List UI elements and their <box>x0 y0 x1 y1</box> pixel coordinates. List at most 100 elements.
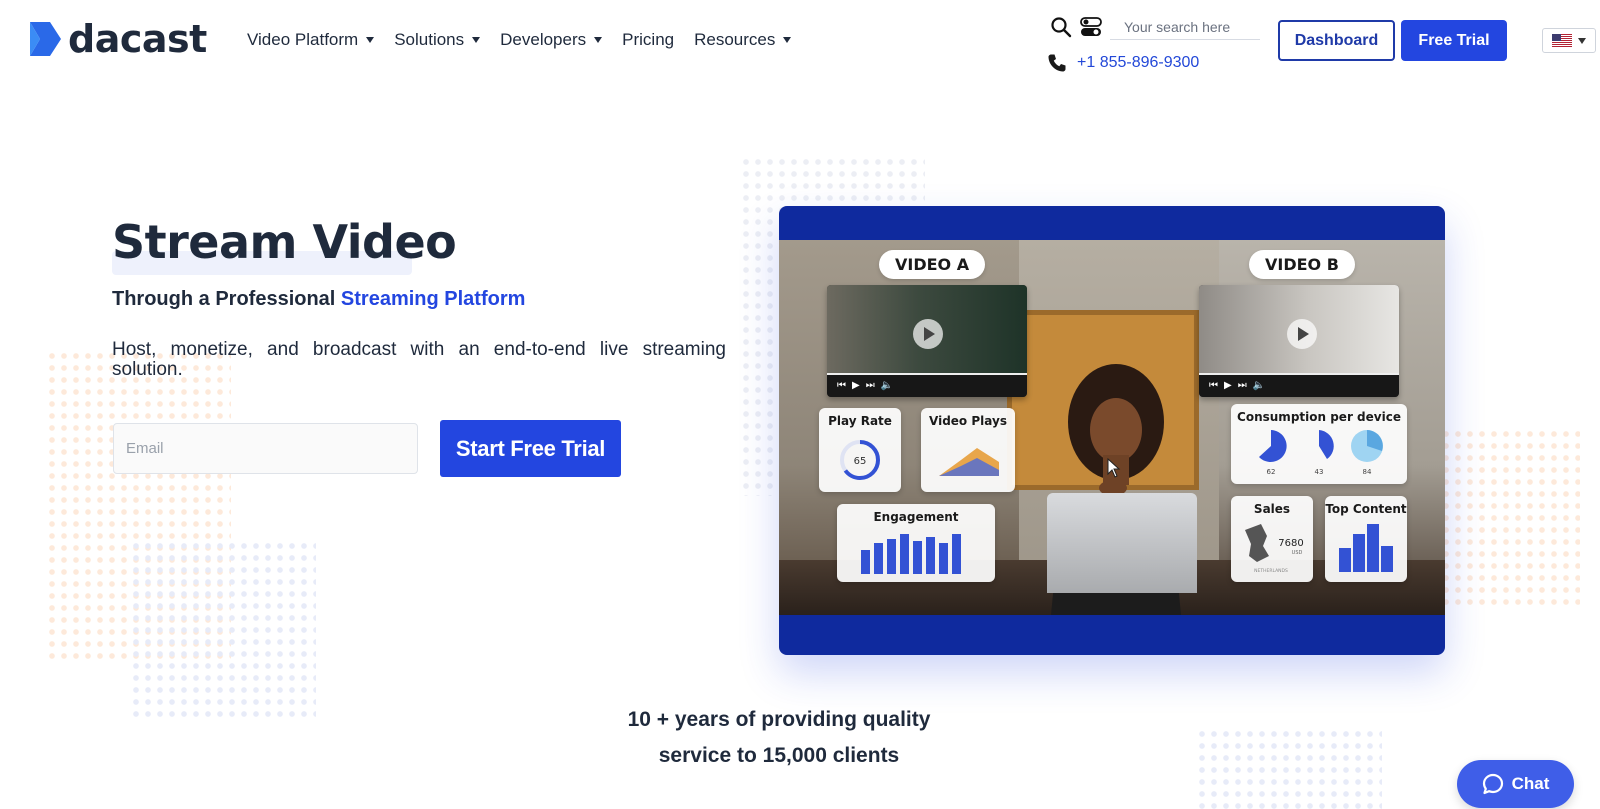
hero-title: Stream Video <box>112 215 457 269</box>
player-controls: ⏮ ▶ ⏭ 🔈 <box>1199 373 1399 397</box>
dacast-logo[interactable]: dacast <box>28 20 207 58</box>
skip-back-icon[interactable]: ⏮ <box>837 380 846 391</box>
stats-line-2: service to 15,000 clients <box>658 744 900 767</box>
caret-down-icon <box>472 37 481 43</box>
play-rate-value: 65 <box>854 456 867 467</box>
start-free-trial-button[interactable]: Start Free Trial <box>440 420 621 477</box>
chat-label: Chat <box>1511 774 1550 793</box>
nav-item-label: Resources <box>694 30 776 49</box>
consumption-value: 62 <box>1267 468 1276 476</box>
chart-bar <box>926 537 935 574</box>
engagement-widget: Engagement <box>837 504 995 582</box>
main-nav: Video Platform Solutions Developers Pric… <box>247 30 792 50</box>
consumption-widget: Consumption per device 62 43 84 <box>1231 404 1407 484</box>
hero-subtitle-accent: Streaming Platform <box>340 288 526 310</box>
nav-item-label: Developers <box>500 30 587 49</box>
chart-bar <box>939 543 948 574</box>
skip-back-icon[interactable]: ⏮ <box>1209 380 1218 391</box>
free-trial-button[interactable]: Free Trial <box>1401 20 1507 61</box>
caret-down-icon <box>594 37 603 43</box>
player-controls: ⏮ ▶ ⏭ 🔈 <box>827 373 1027 397</box>
video-b-label: VIDEO B <box>1249 250 1355 279</box>
chat-button[interactable]: Chat <box>1457 760 1574 808</box>
volume-icon[interactable]: 🔈 <box>1253 380 1265 391</box>
sales-value: 7680 <box>1278 538 1303 549</box>
play-icon[interactable] <box>913 319 943 349</box>
search-input[interactable] <box>1110 14 1260 40</box>
video-plays-area-chart <box>939 448 999 476</box>
top-content-widget: Top Content <box>1325 496 1407 582</box>
us-flag-icon <box>1552 34 1572 47</box>
stats-text: 10 + years of providing quality service … <box>620 702 938 774</box>
search-area <box>1050 14 1260 40</box>
hero-subtitle: Through a Professional Streaming Platfor… <box>112 288 525 311</box>
chart-bar <box>913 541 922 574</box>
language-selector[interactable] <box>1542 28 1596 53</box>
top-content-bar-chart <box>1339 524 1393 572</box>
play-small-icon[interactable]: ▶ <box>852 380 860 391</box>
sales-map-chart: 7680 USD NETHERLANDS <box>1245 524 1304 574</box>
chart-bar <box>887 539 896 574</box>
widget-title: Play Rate <box>828 414 892 428</box>
sales-region: NETHERLANDS <box>1254 568 1288 574</box>
brand-name: dacast <box>68 17 207 61</box>
dacast-logo-icon <box>30 22 61 56</box>
play-rate-widget: Play Rate 65 <box>819 408 901 492</box>
nav-item-pricing[interactable]: Pricing <box>622 30 674 50</box>
dot-pattern-decor <box>1440 428 1580 608</box>
phone-number: +1 855-896-9300 <box>1077 54 1200 71</box>
chart-bar <box>874 543 883 574</box>
hero-video[interactable]: VIDEO A ⏮ ▶ ⏭ 🔈 VIDEO B ⏮ ▶ ⏭ 🔈 Play Rat… <box>779 206 1445 655</box>
chart-bar <box>1339 548 1351 572</box>
skip-forward-icon[interactable]: ⏭ <box>866 380 875 391</box>
video-a-player[interactable]: ⏮ ▶ ⏭ 🔈 <box>827 285 1027 397</box>
consumption-value: 43 <box>1315 468 1324 476</box>
video-a-label: VIDEO A <box>879 250 986 279</box>
email-input[interactable] <box>113 423 418 474</box>
chat-bubble-icon <box>1482 773 1503 795</box>
chart-bar <box>1353 534 1365 572</box>
dot-pattern-decor <box>1196 728 1382 809</box>
video-frame: VIDEO A ⏮ ▶ ⏭ 🔈 VIDEO B ⏮ ▶ ⏭ 🔈 Play Rat… <box>779 240 1445 615</box>
consumption-pie-charts: 62 43 84 <box>1259 430 1383 476</box>
chart-bar <box>861 550 870 574</box>
caret-down-icon <box>783 37 792 43</box>
consumption-value: 84 <box>1363 468 1372 476</box>
video-b-player[interactable]: ⏮ ▶ ⏭ 🔈 <box>1199 285 1399 397</box>
dot-pattern-decor <box>130 540 316 720</box>
player-progress <box>1199 373 1399 375</box>
sales-widget: Sales 7680 USD NETHERLANDS <box>1231 496 1313 582</box>
widget-title: Consumption per device <box>1237 410 1401 424</box>
nav-item-video-platform[interactable]: Video Platform <box>247 30 375 50</box>
nav-item-resources[interactable]: Resources <box>694 30 792 50</box>
mouse-cursor-icon <box>1107 458 1121 478</box>
search-icon[interactable] <box>1050 16 1072 38</box>
chart-bar <box>952 534 961 574</box>
nav-item-label: Pricing <box>622 30 675 49</box>
volume-icon[interactable]: 🔈 <box>881 380 893 391</box>
dashboard-button[interactable]: Dashboard <box>1278 20 1395 61</box>
caret-down-icon <box>1578 37 1586 44</box>
laptop-image <box>1047 493 1197 593</box>
nav-item-developers[interactable]: Developers <box>500 30 603 50</box>
player-progress <box>827 373 1027 375</box>
hero-description: Host, monetize, and broadcast with an en… <box>112 339 726 380</box>
widget-title: Engagement <box>873 510 959 524</box>
caret-down-icon <box>366 37 375 43</box>
chart-bar <box>1367 524 1379 572</box>
chart-bar <box>900 534 909 574</box>
skip-forward-icon[interactable]: ⏭ <box>1238 380 1247 391</box>
phone-contact[interactable]: +1 855-896-9300 <box>1047 53 1199 73</box>
hero-subtitle-prefix: Through a Professional <box>112 288 336 310</box>
nav-item-label: Video Platform <box>247 30 359 49</box>
play-rate-gauge: 65 <box>840 440 880 480</box>
play-small-icon[interactable]: ▶ <box>1224 380 1232 391</box>
nav-item-solutions[interactable]: Solutions <box>394 30 481 50</box>
sales-currency: USD <box>1292 550 1303 556</box>
play-icon[interactable] <box>1287 319 1317 349</box>
widget-title: Video Plays <box>929 414 1007 428</box>
nav-item-label: Solutions <box>394 30 465 49</box>
phone-icon <box>1048 54 1066 72</box>
chart-bar <box>1381 546 1393 572</box>
toggle-icon[interactable] <box>1080 16 1102 38</box>
